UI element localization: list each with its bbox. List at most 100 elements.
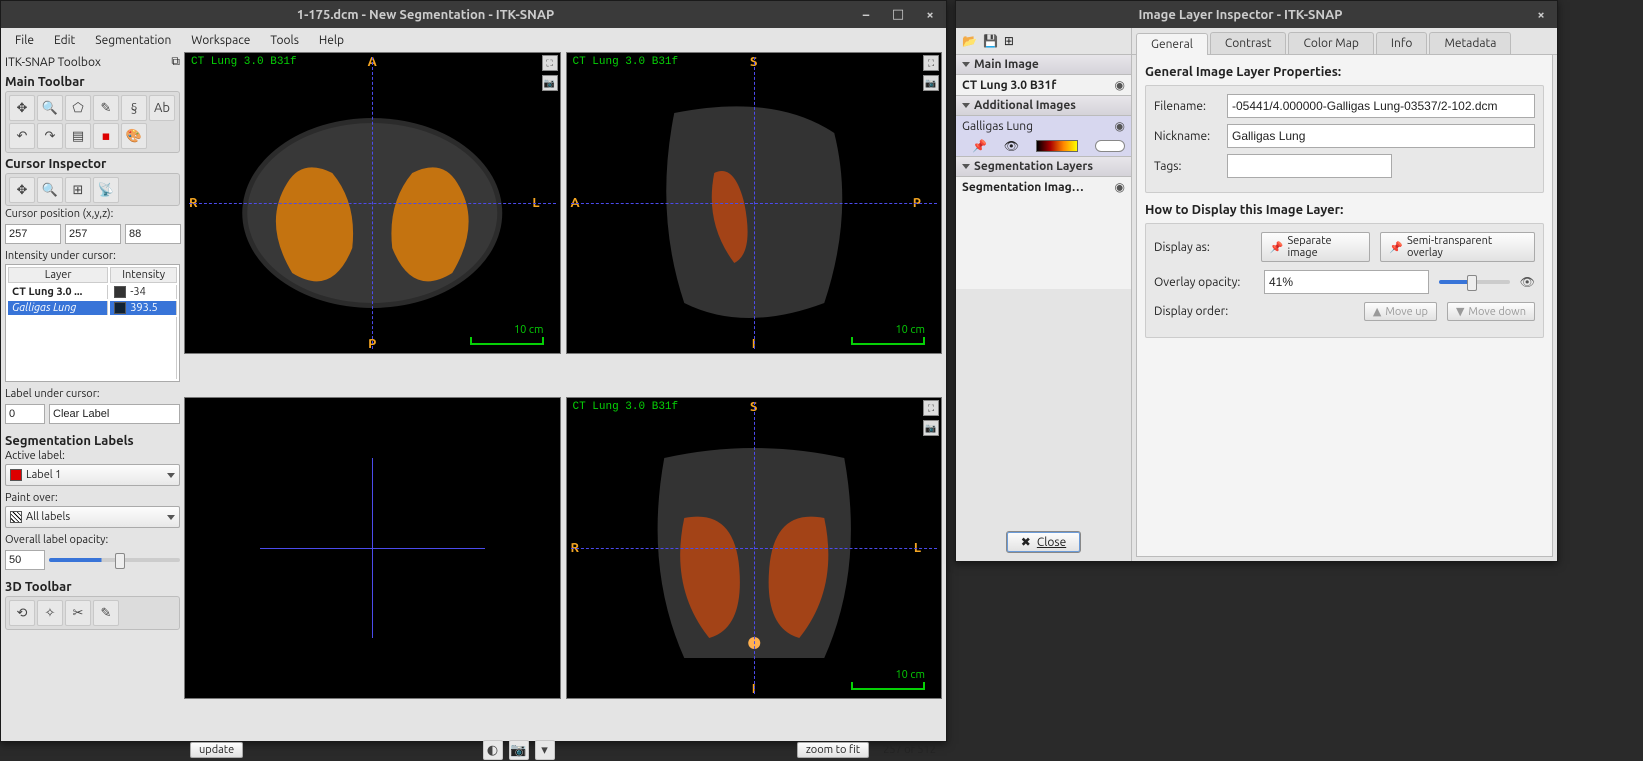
polygon-tool-icon[interactable]: ⬠: [65, 95, 91, 121]
cursor-z-input[interactable]: [125, 224, 181, 244]
inspector-titlebar[interactable]: Image Layer Inspector - ITK-SNAP ×: [956, 1, 1557, 28]
tree-item-main[interactable]: CT Lung 3.0 B31f◉: [956, 75, 1131, 95]
close-icon[interactable]: ×: [914, 1, 946, 28]
menu-file[interactable]: File: [7, 31, 42, 50]
table-row[interactable]: Galligas Lung393.5: [8, 301, 177, 315]
move-up-button[interactable]: ▲Move up: [1364, 302, 1437, 321]
opacity-mini-slider[interactable]: [1095, 140, 1125, 152]
close-x-icon: ✖: [1021, 535, 1031, 549]
overall-opacity-slider[interactable]: [49, 558, 180, 562]
pin-icon[interactable]: 📌: [972, 139, 987, 153]
paint-over-combo[interactable]: All labels: [5, 506, 180, 528]
overlay-opacity-slider[interactable]: [1439, 280, 1510, 284]
visibility-icon[interactable]: ◉: [1115, 180, 1125, 194]
colormap-preview[interactable]: [1036, 140, 1078, 152]
menu-help[interactable]: Help: [311, 31, 352, 50]
menu-segmentation[interactable]: Segmentation: [87, 31, 179, 50]
inspector-window: Image Layer Inspector - ITK-SNAP × 📂 💾 ⊞…: [955, 0, 1558, 562]
maximize-icon[interactable]: □: [882, 1, 914, 28]
zoom-to-fit-button[interactable]: zoom to fit: [797, 742, 869, 758]
eye-icon[interactable]: 👁: [1520, 275, 1535, 289]
menu-workspace[interactable]: Workspace: [183, 31, 258, 50]
camera-icon[interactable]: 📷: [509, 740, 529, 760]
cursor-y-input[interactable]: [65, 224, 121, 244]
visibility-icon[interactable]: ◉: [1115, 78, 1125, 92]
close-button[interactable]: ✖Close: [1006, 531, 1081, 553]
label-id-input[interactable]: [5, 404, 45, 424]
main-titlebar[interactable]: 1-175.dcm - New Segmentation - ITK-SNAP …: [1, 1, 946, 28]
tree-item-additional[interactable]: Galligas Lung◉: [956, 116, 1131, 136]
annotation-tool-icon[interactable]: Ab: [149, 95, 175, 121]
col-intensity: Intensity: [110, 267, 177, 283]
cursor-crosshair-icon[interactable]: ✥: [9, 177, 35, 203]
redo-icon[interactable]: ↷: [37, 123, 63, 149]
crosshair3d-icon[interactable]: ✧: [37, 600, 63, 626]
layer-inspector-icon[interactable]: ▤: [65, 123, 91, 149]
screenshot-icon[interactable]: 📷: [923, 420, 939, 436]
overall-opacity-input[interactable]: [5, 550, 45, 570]
visibility-icon[interactable]: ◉: [1115, 119, 1125, 133]
cursor-sync-icon[interactable]: 📡: [93, 177, 119, 203]
cursor-zoom-icon[interactable]: 🔍: [37, 177, 63, 203]
undo-icon[interactable]: ↶: [9, 123, 35, 149]
overlay-button[interactable]: 📌Semi-transparent overlay: [1380, 232, 1535, 262]
detach-icon[interactable]: ⧉: [171, 55, 180, 69]
screenshot-icon[interactable]: 📷: [542, 75, 558, 91]
expand-icon[interactable]: ⛶: [542, 55, 558, 71]
folder-open-icon[interactable]: 📂: [962, 34, 977, 48]
grid-icon[interactable]: ⊞: [1004, 34, 1014, 48]
active-label-combo[interactable]: Label 1: [5, 464, 180, 486]
tab-colormap[interactable]: Color Map: [1288, 32, 1373, 54]
main-window: 1-175.dcm - New Segmentation - ITK-SNAP …: [0, 0, 947, 742]
menu-edit[interactable]: Edit: [46, 31, 83, 50]
3d-viewport[interactable]: [184, 397, 561, 699]
tab-metadata[interactable]: Metadata: [1429, 32, 1511, 54]
expand-icon[interactable]: ⛶: [923, 55, 939, 71]
minimize-icon[interactable]: –: [850, 1, 882, 28]
tree-item-seg[interactable]: Segmentation Imag…◉: [956, 177, 1131, 197]
sagittal-viewport[interactable]: CT Lung 3.0 B31f S I A P ⛶📷 10 cm: [566, 52, 943, 354]
filename-field[interactable]: [1227, 94, 1535, 118]
axial-viewport[interactable]: CT Lung 3.0 B31f A P R L: [184, 52, 561, 354]
tree-additional-header[interactable]: Additional Images: [956, 95, 1131, 116]
screenshot-icon[interactable]: 📷: [923, 75, 939, 91]
contrast-icon[interactable]: ◐: [483, 740, 503, 760]
menu-tools[interactable]: Tools: [262, 31, 307, 50]
filename-label: Filename:: [1154, 100, 1219, 113]
nickname-field[interactable]: [1227, 124, 1535, 148]
scalpel-icon[interactable]: ✂: [65, 600, 91, 626]
inspector-tabs: General Contrast Color Map Info Metadata: [1132, 28, 1557, 55]
paintbrush-tool-icon[interactable]: ✎: [93, 95, 119, 121]
tab-general[interactable]: General: [1136, 33, 1208, 55]
coronal-viewport[interactable]: CT Lung 3.0 B31f S I R L ⛶📷: [566, 397, 943, 699]
zoom-tool-icon[interactable]: 🔍: [37, 95, 63, 121]
cursor-x-input[interactable]: [5, 224, 61, 244]
move-down-button[interactable]: ▼Move down: [1447, 302, 1535, 321]
label-name-input[interactable]: [49, 404, 180, 424]
tab-contrast[interactable]: Contrast: [1210, 32, 1287, 54]
tree-main-image-header[interactable]: Main Image: [956, 54, 1131, 75]
pin-icon: 📌: [1389, 241, 1403, 254]
cursor-mode-toolbar: ✥ 🔍 ⊞ 📡: [5, 173, 180, 206]
overlay-opacity-field[interactable]: [1264, 270, 1429, 294]
tree-seg-header[interactable]: Segmentation Layers: [956, 156, 1131, 177]
eye-icon[interactable]: 👁: [1004, 139, 1019, 153]
nickname-label: Nickname:: [1154, 130, 1219, 143]
cursor-table-icon[interactable]: ⊞: [65, 177, 91, 203]
close-icon[interactable]: ×: [1525, 1, 1557, 28]
separate-image-button[interactable]: 📌Separate image: [1261, 232, 1370, 262]
tags-field[interactable]: [1227, 154, 1392, 178]
tab-info[interactable]: Info: [1376, 32, 1428, 54]
table-row[interactable]: CT Lung 3.0 ...-34: [8, 285, 177, 299]
update-3d-button[interactable]: update: [190, 742, 243, 758]
spray-icon[interactable]: ✎: [93, 600, 119, 626]
save-icon[interactable]: 💾: [983, 34, 998, 48]
label-editor-icon[interactable]: ▪: [93, 123, 119, 149]
col-layer: Layer: [8, 267, 108, 283]
colormap-icon[interactable]: 🎨: [121, 123, 147, 149]
crosshair-tool-icon[interactable]: ✥: [9, 95, 35, 121]
trackball-icon[interactable]: ⟲: [9, 600, 35, 626]
dropdown-icon[interactable]: ▾: [535, 740, 555, 760]
expand-icon[interactable]: ⛶: [923, 400, 939, 416]
snake-tool-icon[interactable]: §: [121, 95, 147, 121]
